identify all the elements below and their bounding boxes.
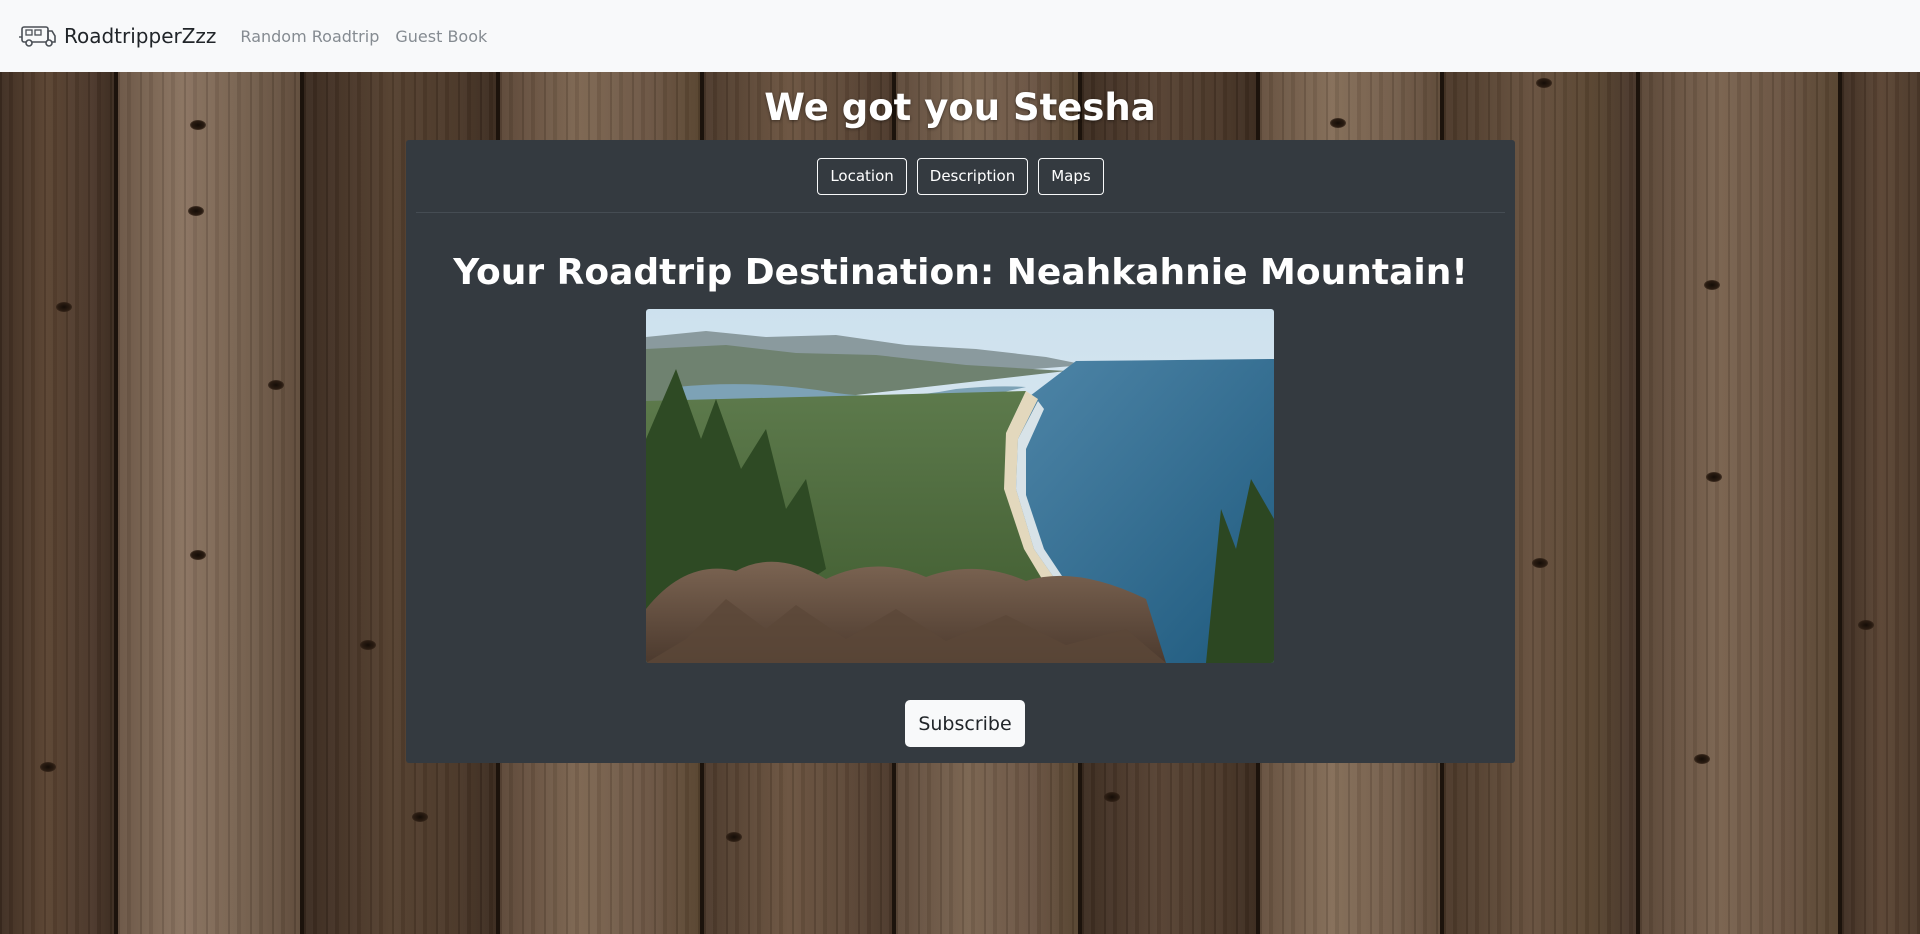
wood-knot bbox=[360, 640, 376, 650]
nav-link-random-roadtrip[interactable]: Random Roadtrip bbox=[240, 27, 379, 46]
wood-knot bbox=[1104, 792, 1120, 802]
brand-link[interactable]: RoadtripperZzz bbox=[19, 22, 216, 50]
wood-knot bbox=[412, 812, 428, 822]
wood-knot bbox=[268, 380, 284, 390]
photo-illustration bbox=[646, 309, 1274, 663]
wood-knot bbox=[40, 762, 56, 772]
wood-knot bbox=[1694, 754, 1710, 764]
destination-card: Location Description Maps Your Roadtrip … bbox=[406, 140, 1515, 763]
wood-knot bbox=[1532, 558, 1548, 568]
card-tab-bar: Location Description Maps bbox=[416, 140, 1505, 213]
wood-knot bbox=[188, 206, 204, 216]
maps-button[interactable]: Maps bbox=[1038, 157, 1104, 195]
subscribe-button[interactable]: Subscribe bbox=[905, 700, 1025, 747]
page-heading: We got you Stesha bbox=[764, 86, 1156, 129]
destination-title: Your Roadtrip Destination: Neahkahnie Mo… bbox=[453, 252, 1468, 293]
nav-link-guest-book[interactable]: Guest Book bbox=[395, 27, 487, 46]
brand-name: RoadtripperZzz bbox=[64, 24, 217, 48]
location-button[interactable]: Location bbox=[817, 157, 907, 195]
coastal-mountain-view-photo bbox=[646, 309, 1274, 663]
wood-knot bbox=[726, 832, 742, 842]
top-navbar: RoadtripperZzz Random Roadtrip Guest Boo… bbox=[0, 0, 1920, 72]
description-button[interactable]: Description bbox=[916, 157, 1029, 195]
camper-van-icon bbox=[19, 26, 56, 47]
nav-links: Random Roadtrip Guest Book bbox=[240, 27, 503, 46]
wood-knot bbox=[190, 550, 206, 560]
wood-plank bbox=[1640, 72, 1842, 934]
wood-plank bbox=[1842, 72, 1920, 934]
wood-knot bbox=[1858, 620, 1874, 630]
wood-knot bbox=[1706, 472, 1722, 482]
wood-knot bbox=[56, 302, 72, 312]
wood-plank bbox=[118, 72, 304, 934]
wood-plank bbox=[0, 72, 118, 934]
wood-knot bbox=[1704, 280, 1720, 290]
